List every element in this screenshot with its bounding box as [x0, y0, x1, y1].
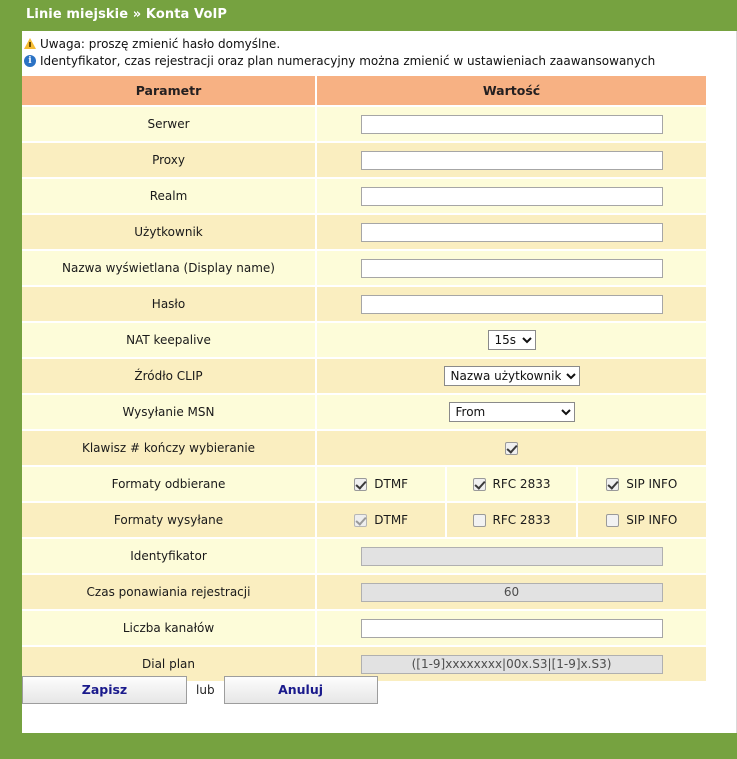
formaty-wysylane-rfc2833-label: RFC 2833: [492, 513, 551, 527]
form-actions: Zapisz lub Anuluj: [22, 676, 378, 704]
formaty-odbierane-dtmf-label: DTMF: [374, 477, 409, 491]
cell-uzytkownik: [316, 214, 706, 251]
formaty-wysylane-dtmf[interactable]: DTMF: [317, 503, 448, 537]
column-header-parameter: Parametr: [22, 76, 317, 107]
formaty-odbierane-rfc2833[interactable]: RFC 2833: [447, 467, 578, 501]
formaty-wysylane-sipinfo-label: SIP INFO: [626, 513, 678, 527]
breadcrumb: Linie miejskie » Konta VoIP: [26, 7, 228, 22]
table-row-realm: Realm: [22, 178, 706, 215]
formaty-wysylane-sipinfo[interactable]: SIP INFO: [578, 503, 706, 537]
formaty-odbierane-sipinfo-label: SIP INFO: [626, 477, 678, 491]
table-row-wysylanie-msn: Wysyłanie MSN From: [22, 394, 706, 431]
label-haslo: Hasło: [22, 286, 317, 323]
cell-nat-keepalive: 15s: [316, 322, 706, 359]
label-zrodlo-clip: Źródło CLIP: [22, 358, 317, 395]
table-row-formaty-odbierane: Formaty odbierane DTMF RFC 2833 SIP INFO: [22, 466, 706, 503]
czas-rejestracji-input: [360, 582, 663, 602]
liczba-kanalow-input[interactable]: [360, 618, 663, 638]
label-formaty-wysylane: Formaty wysyłane: [22, 502, 317, 539]
table-row-czas-rejestracji: Czas ponawiania rejestracji: [22, 574, 706, 611]
label-formaty-odbierane: Formaty odbierane: [22, 466, 317, 503]
formaty-wysylane-dtmf-label: DTMF: [374, 513, 409, 527]
table-row-serwer: Serwer: [22, 106, 706, 143]
label-identyfikator: Identyfikator: [22, 538, 317, 575]
titlebar: Linie miejskie » Konta VoIP: [0, 0, 737, 31]
save-button[interactable]: Zapisz: [22, 676, 187, 704]
label-uzytkownik: Użytkownik: [22, 214, 317, 251]
realm-input[interactable]: [360, 186, 663, 206]
formaty-odbierane-dtmf-checkbox[interactable]: [354, 477, 368, 491]
notice-info: i Identyfikator, czas rejestracji oraz p…: [22, 53, 734, 70]
cell-zrodlo-clip: Nazwa użytkownika: [316, 358, 706, 395]
notice-warning-text: Uwaga: proszę zmienić hasło domyślne.: [40, 37, 281, 51]
cancel-button[interactable]: Anuluj: [223, 676, 378, 704]
table-row-zrodlo-clip: Źródło CLIP Nazwa użytkownika: [22, 358, 706, 395]
notice-info-text: Identyfikator, czas rejestracji oraz pla…: [40, 54, 656, 68]
uzytkownik-input[interactable]: [360, 222, 663, 242]
cell-wysylanie-msn: From: [316, 394, 706, 431]
voip-account-table: Parametr Wartość Serwer Proxy Realm Użyt…: [22, 76, 706, 683]
cell-czas-rejestracji: [316, 574, 706, 611]
formaty-wysylane-dtmf-checkbox[interactable]: [354, 513, 368, 527]
left-green-rail: [0, 0, 22, 759]
label-wysylanie-msn: Wysyłanie MSN: [22, 394, 317, 431]
cell-formaty-odbierane: DTMF RFC 2833 SIP INFO: [316, 466, 706, 503]
formaty-wysylane-sipinfo-checkbox[interactable]: [606, 513, 620, 527]
cell-haslo: [316, 286, 706, 323]
display-name-input[interactable]: [360, 258, 663, 278]
wysylanie-msn-select[interactable]: From: [448, 402, 575, 422]
table-row-formaty-wysylane: Formaty wysyłane DTMF RFC 2833 SIP INFO: [22, 502, 706, 539]
formaty-odbierane-sipinfo[interactable]: SIP INFO: [578, 467, 706, 501]
label-realm: Realm: [22, 178, 317, 215]
cell-serwer: [316, 106, 706, 143]
table-row-uzytkownik: Użytkownik: [22, 214, 706, 251]
zrodlo-clip-select[interactable]: Nazwa użytkownika: [443, 366, 580, 386]
cell-proxy: [316, 142, 706, 179]
formaty-odbierane-rfc2833-label: RFC 2833: [492, 477, 551, 491]
cell-realm: [316, 178, 706, 215]
bottom-green-bar: [0, 733, 737, 759]
table-row-display-name: Nazwa wyświetlana (Display name): [22, 250, 706, 287]
cell-formaty-wysylane: DTMF RFC 2833 SIP INFO: [316, 502, 706, 539]
label-liczba-kanalow: Liczba kanałów: [22, 610, 317, 647]
cell-hash-key: [316, 430, 706, 467]
table-header-row: Parametr Wartość: [22, 76, 706, 107]
formaty-odbierane-dtmf[interactable]: DTMF: [317, 467, 448, 501]
info-circle-icon: i: [22, 53, 40, 70]
table-row-haslo: Hasło: [22, 286, 706, 323]
table-row-hash-key: Klawisz # kończy wybieranie: [22, 430, 706, 467]
nat-keepalive-select[interactable]: 15s: [487, 330, 536, 350]
proxy-input[interactable]: [360, 150, 663, 170]
cell-identyfikator: [316, 538, 706, 575]
label-display-name: Nazwa wyświetlana (Display name): [22, 250, 317, 287]
formaty-wysylane-rfc2833-checkbox[interactable]: [472, 513, 486, 527]
notice-warning: Uwaga: proszę zmienić hasło domyślne.: [22, 36, 734, 53]
identyfikator-input: [360, 546, 663, 566]
hash-key-checkbox[interactable]: [505, 442, 518, 455]
table-row-liczba-kanalow: Liczba kanałów: [22, 610, 706, 647]
cell-display-name: [316, 250, 706, 287]
label-czas-rejestracji: Czas ponawiania rejestracji: [22, 574, 317, 611]
table-row-identyfikator: Identyfikator: [22, 538, 706, 575]
label-proxy: Proxy: [22, 142, 317, 179]
cell-liczba-kanalow: [316, 610, 706, 647]
table-row-proxy: Proxy: [22, 142, 706, 179]
column-header-value: Wartość: [316, 76, 706, 107]
label-hash-key: Klawisz # kończy wybieranie: [22, 430, 317, 467]
formaty-odbierane-rfc2833-checkbox[interactable]: [472, 477, 486, 491]
formaty-odbierane-sipinfo-checkbox[interactable]: [606, 477, 620, 491]
haslo-input[interactable]: [360, 294, 663, 314]
label-serwer: Serwer: [22, 106, 317, 143]
action-separator-label: lub: [196, 683, 215, 697]
formaty-wysylane-rfc2833[interactable]: RFC 2833: [447, 503, 578, 537]
label-nat-keepalive: NAT keepalive: [22, 322, 317, 359]
notice-list: Uwaga: proszę zmienić hasło domyślne. i …: [22, 36, 734, 70]
dial-plan-input: [360, 654, 663, 674]
page-frame: Linie miejskie » Konta VoIP Uwaga: prosz…: [0, 0, 737, 759]
warning-triangle-icon: [22, 36, 40, 53]
serwer-input[interactable]: [360, 114, 663, 134]
table-row-nat-keepalive: NAT keepalive 15s: [22, 322, 706, 359]
